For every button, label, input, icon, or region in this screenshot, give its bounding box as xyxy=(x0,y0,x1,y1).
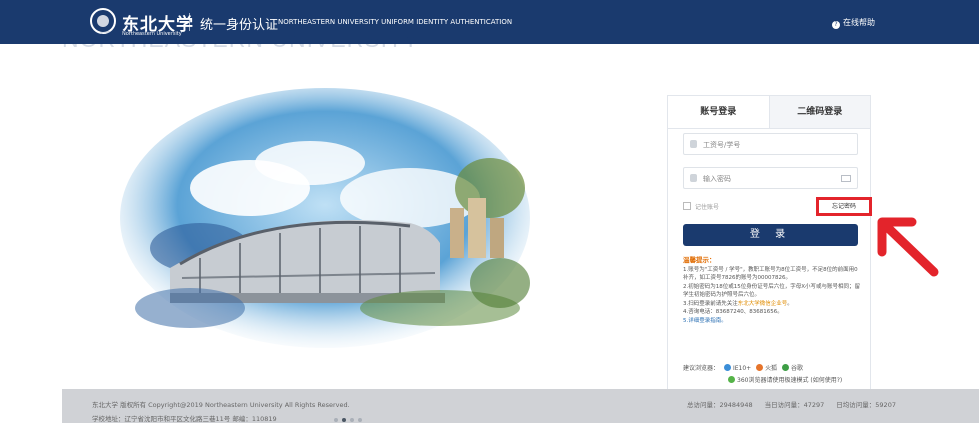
wechat-enterprise-link[interactable]: 东北大学微信企业号 xyxy=(738,301,788,307)
tab-qrcode-login[interactable]: 二维码登录 xyxy=(768,96,870,128)
checkbox-box xyxy=(683,202,691,210)
tip-line-4: 4.咨询电话：83687240、83681656。 xyxy=(683,309,783,315)
tips-title: 温馨提示： xyxy=(683,256,716,264)
stat-daily-avg: 日均访问量：59207 xyxy=(836,401,896,409)
carousel-dot[interactable] xyxy=(358,418,362,422)
username-input[interactable]: 工资号/学号 xyxy=(683,133,858,155)
ie-label: IE10+ xyxy=(732,365,752,372)
forgot-password-link[interactable]: 忘记密码 xyxy=(816,197,872,216)
carousel-dots xyxy=(332,407,364,426)
chrome-icon xyxy=(782,364,790,371)
user-icon xyxy=(690,140,697,148)
login-guide-link[interactable]: 5.详细登录指南。 xyxy=(683,317,863,326)
tip-line-3-suffix: 。 xyxy=(787,300,793,307)
username-placeholder: 工资号/学号 xyxy=(703,141,741,149)
keyboard-icon[interactable] xyxy=(841,175,851,182)
carousel-dot[interactable] xyxy=(350,418,354,422)
copyright-text: 东北大学 版权所有 Copyright@2019 Northeastern Un… xyxy=(92,401,350,409)
ie-icon xyxy=(723,364,731,371)
carousel-dot[interactable] xyxy=(334,418,338,422)
browser-360-note[interactable]: 360浏览器请使用极速模式 (如何使用?) xyxy=(737,377,842,384)
password-placeholder: 输入密码 xyxy=(703,175,731,183)
remember-account-checkbox[interactable]: 记住账号 xyxy=(683,202,719,211)
tip-line-3-text: 3.扫码登录前请先关注 xyxy=(683,300,738,307)
online-help-label: 在线帮助 xyxy=(843,18,875,27)
login-button[interactable]: 登 录 xyxy=(683,224,858,246)
tip-line-3: 3.扫码登录前请先关注东北大学微信企业号。 xyxy=(683,300,863,309)
login-tips: 温馨提示： 1.账号为"工资号 / 学号"，教职工账号为8位工资号，不足8位的前… xyxy=(683,256,863,325)
browser-360-icon xyxy=(728,376,735,383)
background-watermark: NORTHEASTERN UNIVERSITY xyxy=(62,26,420,52)
lock-icon xyxy=(690,174,697,182)
visit-stats: 总访问量：29484948 当日访问量：47297 日均访问量：59207 xyxy=(687,399,908,409)
browsers-label: 建议浏览器： xyxy=(683,365,720,372)
address-text: 学校地址：辽宁省沈阳市和平区文化路三巷11号 邮编：110819 xyxy=(92,415,277,423)
tip-line-1: 1.账号为"工资号 / 学号"，教职工账号为8位工资号，不足8位的前面用0补齐，… xyxy=(683,266,858,282)
help-icon: ? xyxy=(832,21,840,29)
firefox-icon xyxy=(756,364,764,371)
online-help-link[interactable]: ? 在线帮助 xyxy=(832,17,875,29)
system-title-en: NORTHEASTERN UNIVERSITY UNIFORM IDENTITY… xyxy=(278,18,513,26)
login-panel: 账号登录 二维码登录 工资号/学号 输入密码 记住账号 忘记密码 登 录 温馨提… xyxy=(667,95,872,393)
carousel-dot-active[interactable] xyxy=(342,418,346,422)
login-tabs: 账号登录 二维码登录 xyxy=(668,96,870,129)
red-arrow-annotation xyxy=(877,217,939,277)
remember-account-label: 记住账号 xyxy=(695,204,720,211)
campus-illustration xyxy=(120,88,530,348)
stat-total: 总访问量：29484948 xyxy=(687,401,753,409)
tab-account-login[interactable]: 账号登录 xyxy=(668,96,769,128)
stat-today: 当日访问量：47297 xyxy=(764,401,825,409)
password-input[interactable]: 输入密码 xyxy=(683,167,858,189)
chrome-label: 谷歌 xyxy=(791,365,804,372)
page-footer: 东北大学 版权所有 Copyright@2019 Northeastern Un… xyxy=(62,389,979,423)
firefox-label: 火狐 xyxy=(765,365,778,372)
browser-row-2: 360浏览器请使用极速模式 (如何使用?) xyxy=(683,375,868,387)
browser-row-1: 建议浏览器： IE10+ 火狐 谷歌 xyxy=(683,363,868,375)
tip-line-2: 2.初始密码为18位或15位身份证号后六位，字母X小写或与账号相同；留学生初始密… xyxy=(683,283,861,299)
recommended-browsers: 建议浏览器： IE10+ 火狐 谷歌 360浏览器请使用极速模式 (如何使用?) xyxy=(683,363,868,387)
